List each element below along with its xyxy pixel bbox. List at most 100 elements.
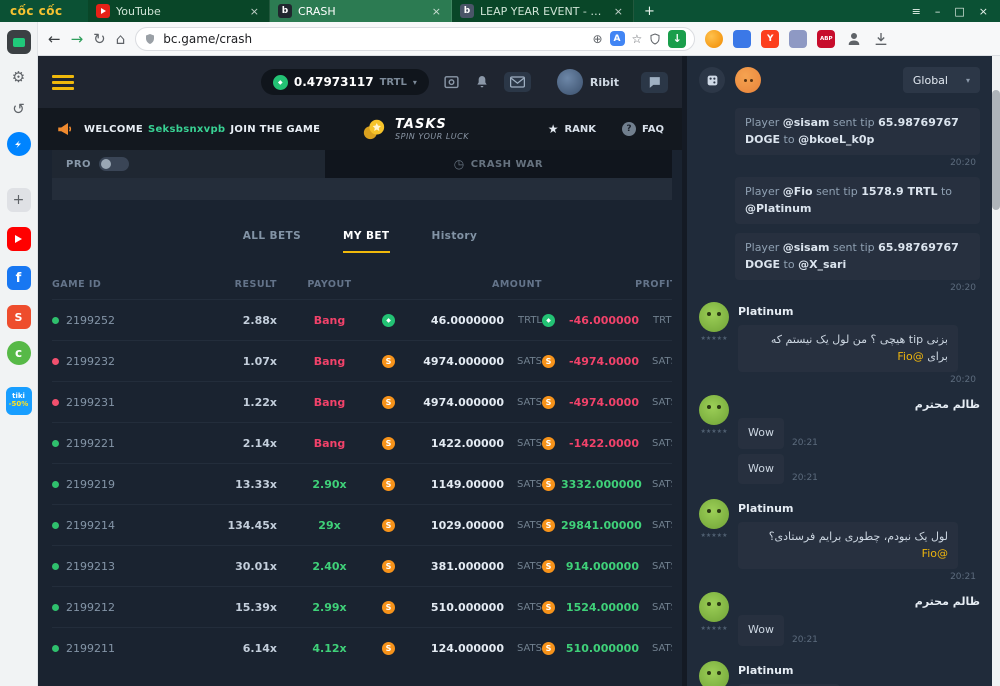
extension-icon[interactable]	[789, 30, 807, 48]
game-id[interactable]: 2199221	[66, 437, 115, 450]
table-row[interactable]: 2199212 15.39x 2.99x S510.000000SATS S15…	[52, 586, 672, 627]
game-id[interactable]: 2199211	[66, 642, 115, 655]
chat-toggle-icon[interactable]	[641, 72, 668, 93]
tab-close-icon[interactable]: ×	[612, 5, 625, 18]
chat-username[interactable]: Platinum	[738, 502, 980, 515]
shopee-shortcut-icon[interactable]: S	[7, 305, 31, 329]
adblock-extension-icon[interactable]: ABP	[817, 30, 835, 48]
youtube-shortcut-icon[interactable]	[7, 227, 31, 251]
sats-coin-icon: S	[542, 355, 555, 368]
reload-icon[interactable]: ↻	[93, 30, 106, 48]
extension-icon[interactable]	[705, 30, 723, 48]
tab-youtube[interactable]: YouTube ×	[88, 0, 270, 22]
tasks-link[interactable]: TASKS SPIN YOUR LUCK	[361, 117, 469, 141]
address-bar[interactable]: bc.game/crash ⊕ A ☆ ↓	[135, 27, 695, 51]
minimize-button[interactable]: –	[935, 5, 941, 18]
save-download-icon[interactable]: ↓	[668, 30, 686, 48]
table-row[interactable]: 2199231 1.22x Bang S4974.000000SATS S-49…	[52, 381, 672, 422]
table-row[interactable]: 2199214 134.45x 29x S1029.00000SATS S298…	[52, 504, 672, 545]
history-icon[interactable]: ↺	[12, 100, 25, 118]
table-row[interactable]: 2199221 2.14x Bang S1422.00000SATS S-142…	[52, 422, 672, 463]
notifications-bell-icon[interactable]	[474, 74, 490, 90]
mention-link[interactable]: @bkoeL_k0p	[798, 133, 874, 146]
chat-room-selector[interactable]: Global ▾	[903, 67, 980, 93]
scrollbar-thumb[interactable]	[992, 90, 1000, 210]
rank-link[interactable]: ★ RANK	[548, 122, 596, 136]
mascot-fox-icon[interactable]	[735, 67, 761, 93]
tab-all-bets[interactable]: ALL BETS	[243, 230, 301, 253]
translate-icon[interactable]: A	[610, 31, 625, 46]
chat-games-icon[interactable]	[699, 67, 725, 93]
security-shield-icon[interactable]	[649, 33, 661, 45]
chevron-down-icon: ▾	[966, 76, 970, 85]
chat-username[interactable]: Platinum	[738, 664, 980, 677]
facebook-shortcut-icon[interactable]: f	[7, 266, 31, 290]
mention-link[interactable]: @Fio	[783, 185, 813, 198]
mention-link[interactable]: @Fio	[897, 350, 923, 363]
welcome-username[interactable]: Seksbsnxvpb	[148, 124, 225, 135]
mention-link[interactable]: @Fio	[922, 547, 948, 560]
game-id[interactable]: 2199213	[66, 560, 115, 573]
game-id[interactable]: 2199232	[66, 355, 115, 368]
game-id[interactable]: 2199252	[66, 314, 115, 327]
bookmark-star-icon[interactable]: ☆	[632, 32, 643, 46]
url-text[interactable]: bc.game/crash	[163, 32, 585, 46]
messenger-icon[interactable]	[7, 132, 31, 156]
mention-link[interactable]: @sisam	[783, 116, 830, 129]
tab-crash-active[interactable]: b CRASH ×	[270, 0, 452, 22]
home-icon[interactable]: ⌂	[116, 30, 126, 48]
vault-icon[interactable]	[443, 74, 460, 91]
chat-username[interactable]: Platinum	[738, 305, 980, 318]
mention-link[interactable]: @X_sari	[798, 258, 846, 271]
chat-username[interactable]: ظالم محترم	[738, 398, 980, 411]
extension-icon[interactable]	[733, 30, 751, 48]
chat-messages[interactable]: Player @sisam sent tip 65.98769767 DOGE …	[687, 104, 992, 686]
mention-link[interactable]: @sisam	[783, 241, 830, 254]
mention-link[interactable]: @Platinum	[745, 202, 811, 215]
zoom-icon[interactable]: ⊕	[592, 32, 602, 46]
game-id[interactable]: 2199231	[66, 396, 115, 409]
tiki-promo-icon[interactable]: tiki -50%	[6, 387, 32, 415]
table-row[interactable]: 2199211 6.14x 4.12x S124.000000SATS S510…	[52, 627, 672, 668]
tab-history[interactable]: History	[432, 230, 478, 253]
tab-close-icon[interactable]: ×	[430, 5, 443, 18]
page-scrollbar[interactable]	[992, 56, 1000, 686]
tab-leap-year-event[interactable]: b LEAP YEAR EVENT - 🔥Event ×	[452, 0, 634, 22]
profile-icon[interactable]	[845, 30, 863, 48]
mail-icon[interactable]	[504, 72, 531, 92]
table-row[interactable]: 2199219 13.33x 2.90x S1149.00000SATS S33…	[52, 463, 672, 504]
table-row[interactable]: 2199232 1.07x Bang S4974.000000SATS S-49…	[52, 340, 672, 381]
user-avatar[interactable]	[699, 592, 729, 622]
user-avatar[interactable]	[699, 395, 729, 425]
game-status-dot	[52, 317, 59, 324]
forward-icon[interactable]: →	[71, 30, 84, 48]
user-avatar[interactable]	[699, 661, 729, 686]
user-avatar[interactable]	[557, 69, 583, 95]
game-id[interactable]: 2199219	[66, 478, 115, 491]
user-avatar[interactable]	[699, 302, 729, 332]
chat-username[interactable]: ظالم محترم	[738, 595, 980, 608]
pc-mobile-sync-icon[interactable]	[7, 30, 31, 54]
table-row[interactable]: 2199252 2.88x Bang ◆46.0000000TRTL ◆-46.…	[52, 299, 672, 340]
header-username[interactable]: Ribit	[590, 76, 619, 89]
game-id[interactable]: 2199212	[66, 601, 115, 614]
faq-link[interactable]: ? FAQ	[622, 122, 664, 136]
tab-my-bet[interactable]: MY BET	[343, 230, 389, 253]
close-window-button[interactable]: ×	[979, 5, 988, 18]
coccoc-logo-icon[interactable]: c	[7, 341, 31, 365]
browser-menu-icon[interactable]: ≡	[912, 5, 921, 18]
settings-gear-icon[interactable]: ⚙	[12, 68, 25, 86]
add-shortcut-icon[interactable]: +	[7, 188, 31, 212]
user-avatar[interactable]	[699, 499, 729, 529]
maximize-button[interactable]: □	[954, 5, 964, 18]
game-id[interactable]: 2199214	[66, 519, 115, 532]
new-tab-button[interactable]: +	[634, 4, 665, 19]
table-row[interactable]: 2199213 30.01x 2.40x S381.000000SATS S91…	[52, 545, 672, 586]
tab-close-icon[interactable]: ×	[248, 5, 261, 18]
yandex-extension-icon[interactable]: Y	[761, 30, 779, 48]
downloads-tray-icon[interactable]	[873, 31, 889, 47]
balance-selector[interactable]: ◆ 0.47973117 TRTL ▾	[261, 69, 429, 95]
back-icon[interactable]: ←	[48, 30, 61, 48]
hamburger-menu-icon[interactable]	[52, 75, 74, 90]
pro-toggle[interactable]	[99, 157, 129, 171]
